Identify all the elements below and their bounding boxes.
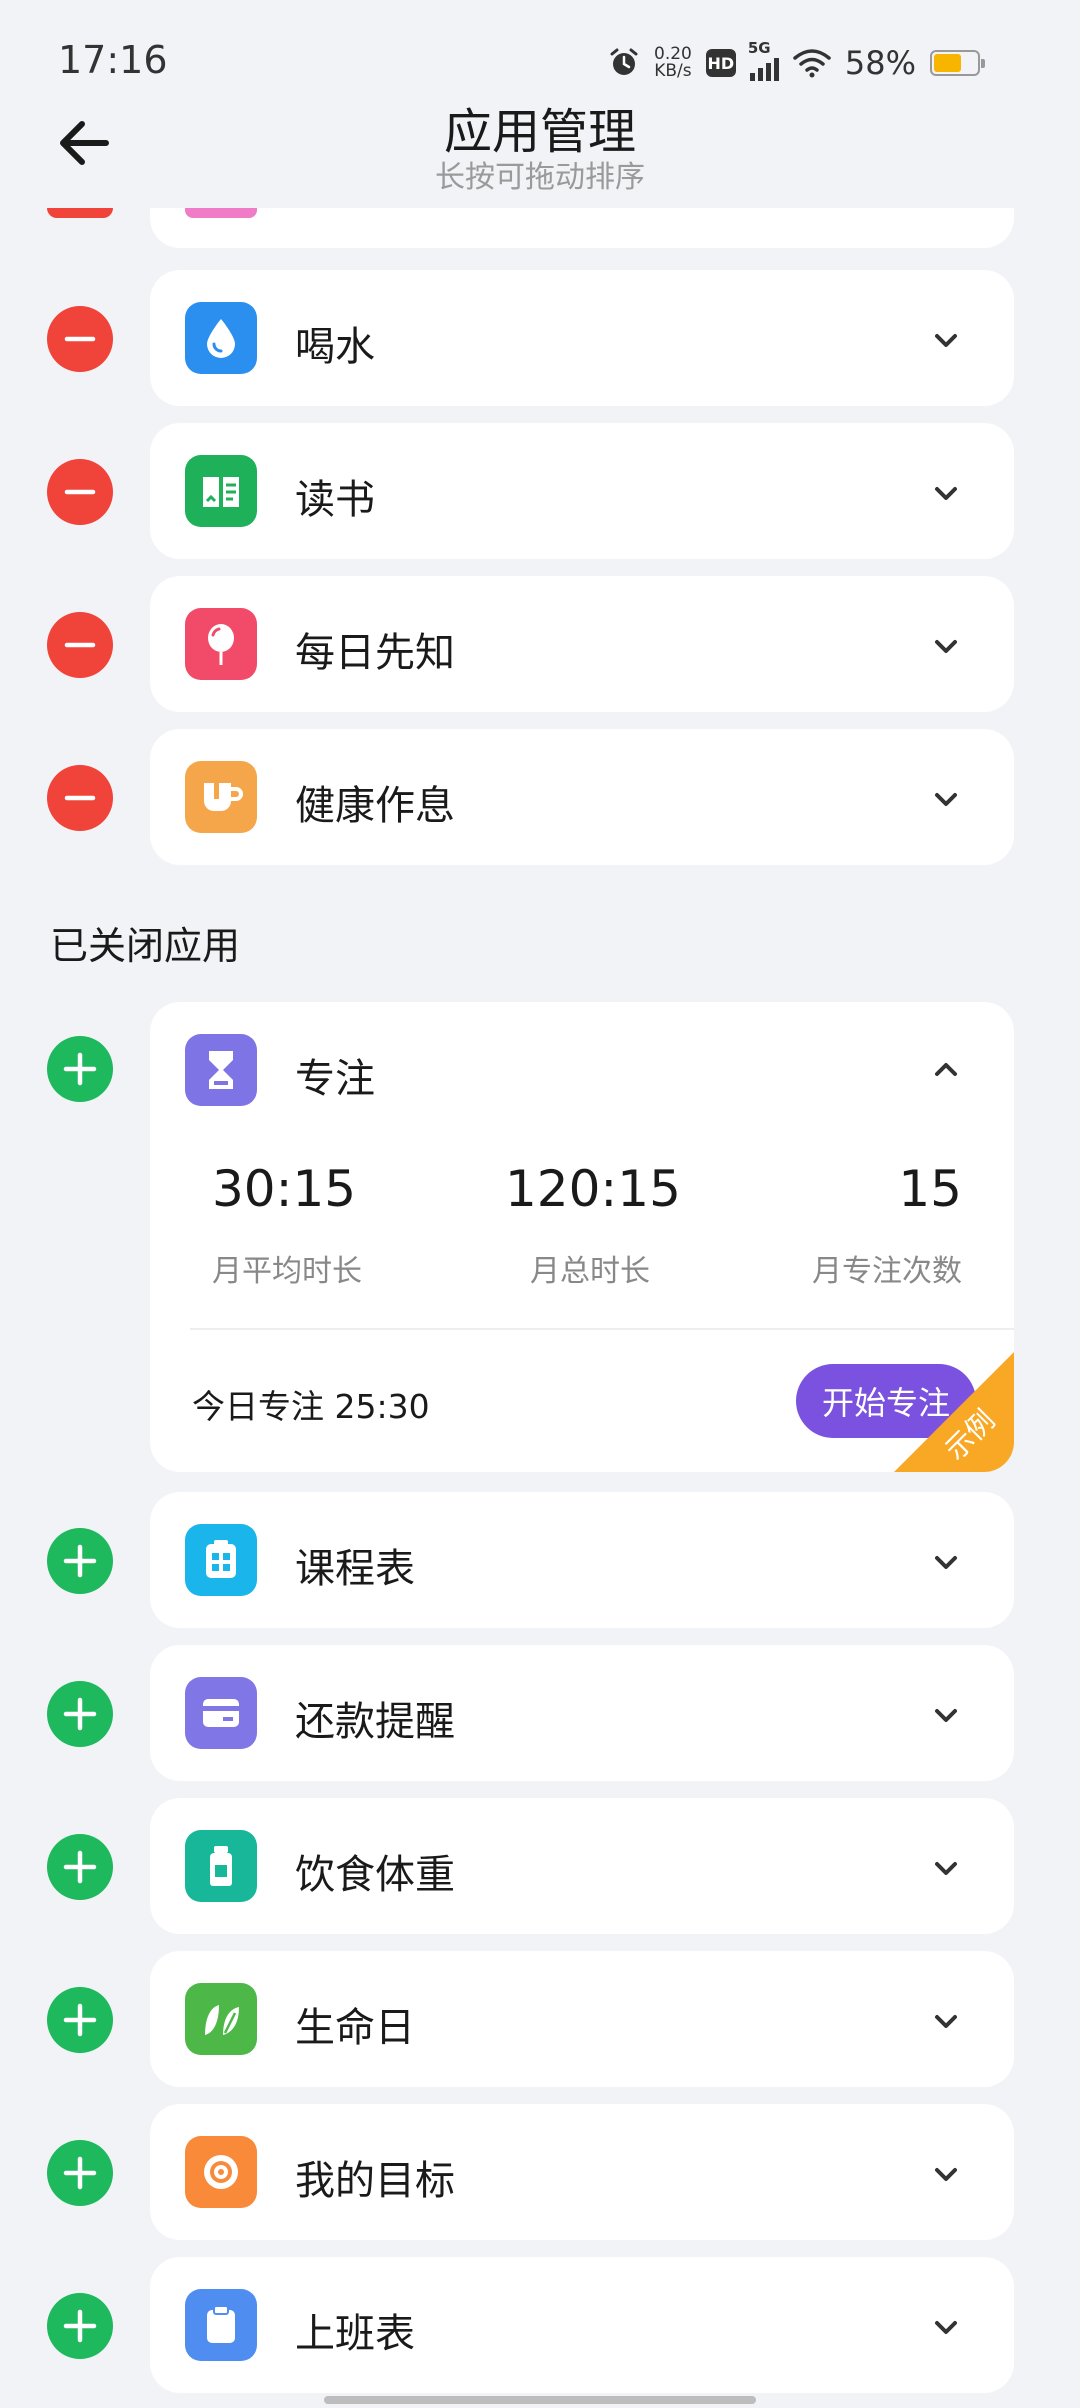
stat-monthly-total-label: 月总时长 bbox=[530, 1254, 650, 1289]
alarm-icon bbox=[610, 48, 638, 75]
hd-badge: HD bbox=[705, 49, 736, 77]
remove-button-2[interactable] bbox=[47, 612, 113, 678]
plus-icon bbox=[63, 1697, 97, 1731]
remove-button-1[interactable] bbox=[47, 459, 113, 525]
partial-remove-button[interactable] bbox=[47, 208, 113, 218]
calendar-grid-icon bbox=[185, 1524, 257, 1596]
plus-icon bbox=[63, 1850, 97, 1884]
add-button-1[interactable] bbox=[47, 1681, 113, 1747]
signal-icon: 5G bbox=[748, 39, 779, 81]
chevron-down-icon[interactable] bbox=[932, 632, 960, 660]
add-button-0[interactable] bbox=[47, 1528, 113, 1594]
focus-app-card[interactable]: 专注 30:15 月平均时长 120:15 月总时长 15 月专注次数 今日专注… bbox=[150, 1002, 1014, 1472]
app-list-item[interactable]: 每日先知 bbox=[150, 576, 1014, 712]
chevron-down-icon[interactable] bbox=[932, 326, 960, 354]
wifi-icon bbox=[793, 49, 831, 78]
minus-icon bbox=[64, 489, 96, 495]
remove-button-0[interactable] bbox=[47, 306, 113, 372]
net-speed-unit: KB/s bbox=[654, 61, 692, 81]
hourglass-icon bbox=[185, 1034, 257, 1106]
add-button-5[interactable] bbox=[47, 2293, 113, 2359]
stat-monthly-average-label: 月平均时长 bbox=[212, 1254, 362, 1289]
app-label: 饮食体重 bbox=[295, 1852, 455, 1898]
chevron-up-icon[interactable] bbox=[932, 1056, 960, 1084]
app-list-item[interactable]: 我的目标 bbox=[150, 2104, 1014, 2240]
net-speed: 0.20 KB/s bbox=[654, 46, 692, 80]
home-indicator[interactable] bbox=[324, 2396, 756, 2404]
battery-fill bbox=[934, 54, 961, 72]
app-list-item[interactable]: 还款提醒 bbox=[150, 1645, 1014, 1781]
chevron-down-icon[interactable] bbox=[932, 1701, 960, 1729]
add-button-2[interactable] bbox=[47, 1834, 113, 1900]
app-label: 生命日 bbox=[295, 2005, 415, 2051]
chevron-down-icon[interactable] bbox=[932, 1854, 960, 1882]
book-icon bbox=[185, 455, 257, 527]
app-label: 我的目标 bbox=[295, 2158, 455, 2204]
cup-icon bbox=[185, 761, 257, 833]
network-type: 5G bbox=[747, 39, 771, 57]
chevron-down-icon[interactable] bbox=[932, 2160, 960, 2188]
app-list-item[interactable]: 课程表 bbox=[150, 1492, 1014, 1628]
plus-icon bbox=[63, 2309, 97, 2343]
stat-monthly-count-label: 月专注次数 bbox=[812, 1254, 962, 1289]
leaf-icon bbox=[185, 1983, 257, 2055]
chevron-down-icon[interactable] bbox=[932, 1548, 960, 1576]
divider bbox=[190, 1328, 1014, 1330]
list-item-partial[interactable] bbox=[150, 208, 1014, 248]
target-icon bbox=[185, 2136, 257, 2208]
focus-app-label: 专注 bbox=[295, 1056, 375, 1102]
plus-icon bbox=[63, 1544, 97, 1578]
app-list-item[interactable]: 上班表 bbox=[150, 2257, 1014, 2393]
app-label: 还款提醒 bbox=[295, 1699, 455, 1745]
app-list-item[interactable]: 读书 bbox=[150, 423, 1014, 559]
stat-monthly-count-value: 15 bbox=[898, 1160, 962, 1218]
add-button-focus[interactable] bbox=[47, 1036, 113, 1102]
page-subtitle: 长按可拖动排序 bbox=[435, 160, 645, 195]
app-label: 上班表 bbox=[295, 2311, 415, 2357]
app-list-item[interactable]: 健康作息 bbox=[150, 729, 1014, 865]
app-label: 健康作息 bbox=[295, 783, 455, 829]
stat-monthly-average-value: 30:15 bbox=[212, 1160, 357, 1218]
clipboard-icon bbox=[185, 2289, 257, 2361]
chevron-down-icon[interactable] bbox=[932, 2007, 960, 2035]
chevron-down-icon[interactable] bbox=[932, 479, 960, 507]
status-icons: 0.20 KB/s HD 5G 58% bbox=[608, 39, 985, 84]
minus-icon bbox=[64, 795, 96, 801]
bottle-icon bbox=[185, 1830, 257, 1902]
example-corner-tag: 示例 bbox=[894, 1352, 1014, 1472]
app-label: 课程表 bbox=[295, 1546, 415, 1592]
stat-monthly-total-value: 120:15 bbox=[505, 1160, 681, 1218]
closed-apps-section-title: 已关闭应用 bbox=[50, 924, 241, 968]
add-button-4[interactable] bbox=[47, 2140, 113, 2206]
balloon-icon bbox=[185, 608, 257, 680]
partial-app-icon bbox=[185, 208, 257, 218]
card-icon bbox=[185, 1677, 257, 1749]
minus-icon bbox=[64, 336, 96, 342]
chevron-down-icon[interactable] bbox=[932, 2313, 960, 2341]
plus-icon bbox=[63, 1052, 97, 1086]
water-drop-icon bbox=[185, 302, 257, 374]
battery-percent: 58% bbox=[844, 44, 916, 82]
plus-icon bbox=[63, 2156, 97, 2190]
app-label: 喝水 bbox=[295, 324, 375, 370]
app-label: 每日先知 bbox=[295, 630, 455, 676]
app-list-item[interactable]: 生命日 bbox=[150, 1951, 1014, 2087]
app-label: 读书 bbox=[295, 477, 375, 523]
status-time: 17:16 bbox=[58, 38, 168, 82]
minus-icon bbox=[64, 642, 96, 648]
app-list-item[interactable]: 饮食体重 bbox=[150, 1798, 1014, 1934]
today-focus-text: 今日专注 25:30 bbox=[192, 1387, 430, 1426]
app-list-item[interactable]: 喝水 bbox=[150, 270, 1014, 406]
remove-button-3[interactable] bbox=[47, 765, 113, 831]
add-button-3[interactable] bbox=[47, 1987, 113, 2053]
chevron-down-icon[interactable] bbox=[932, 785, 960, 813]
battery-icon bbox=[930, 50, 985, 76]
plus-icon bbox=[63, 2003, 97, 2037]
